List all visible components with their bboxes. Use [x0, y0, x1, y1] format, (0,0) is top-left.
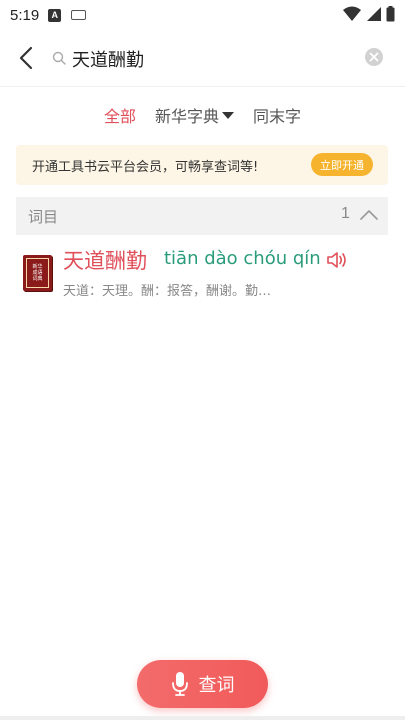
entry-pinyin: tiān dào chóu qín: [164, 248, 321, 269]
entry-definition: 天道：天理。酬：报答，酬谢。勤…: [63, 284, 272, 299]
wifi-icon: [343, 6, 361, 21]
divider: [0, 86, 405, 87]
section-count: 1: [341, 205, 350, 222]
back-arrow-icon[interactable]: [16, 45, 38, 71]
speaker-icon[interactable]: [326, 250, 348, 270]
activate-now-button[interactable]: 立即开通: [311, 153, 373, 176]
bottom-edge: [0, 716, 405, 720]
query-word-button[interactable]: 查词: [137, 660, 268, 708]
entry-word: 天道酬勤: [63, 249, 147, 273]
caret-down-icon: [222, 111, 234, 119]
tab-all[interactable]: 全部: [104, 102, 136, 128]
filter-tabs: 全部 新华字典 同末字: [0, 102, 405, 128]
list-item[interactable]: 新华 成语 词典 天道酬勤 tiān dào chóu qín 天道：天理。酬：…: [16, 240, 388, 302]
status-time: 5:19: [10, 6, 40, 24]
tab-same-ending-char[interactable]: 同末字: [253, 102, 301, 128]
keyboard-icon: [71, 10, 87, 20]
section-title: 词目: [28, 208, 59, 226]
signal-icon: [367, 7, 381, 21]
tab-xinhua-dictionary[interactable]: 新华字典: [155, 102, 234, 128]
status-bar: 5:19 A: [0, 0, 405, 30]
query-button-label: 查词: [198, 675, 235, 696]
chevron-up-icon[interactable]: [360, 208, 378, 222]
microphone-icon: [171, 672, 188, 696]
notification-a-icon: A: [48, 8, 62, 22]
search-bar: 天道酬勤: [0, 30, 405, 86]
book-cover-line: 词典: [32, 276, 43, 282]
tab-label: 全部: [103, 107, 136, 126]
promo-text: 开通工具书云平台会员，可畅享查词等!: [32, 160, 259, 175]
tab-label: 同末字: [253, 107, 302, 126]
dictionary-book-icon: 新华 成语 词典: [23, 255, 52, 291]
search-icon: [52, 51, 66, 65]
membership-promo-banner[interactable]: 开通工具书云平台会员，可畅享查词等! 立即开通: [16, 145, 388, 185]
tab-label: 新华字典: [154, 107, 219, 126]
clear-icon[interactable]: [364, 47, 384, 67]
section-header-entries[interactable]: 词目 1: [16, 197, 388, 235]
battery-icon: [386, 6, 395, 22]
search-input[interactable]: 天道酬勤: [72, 46, 144, 72]
